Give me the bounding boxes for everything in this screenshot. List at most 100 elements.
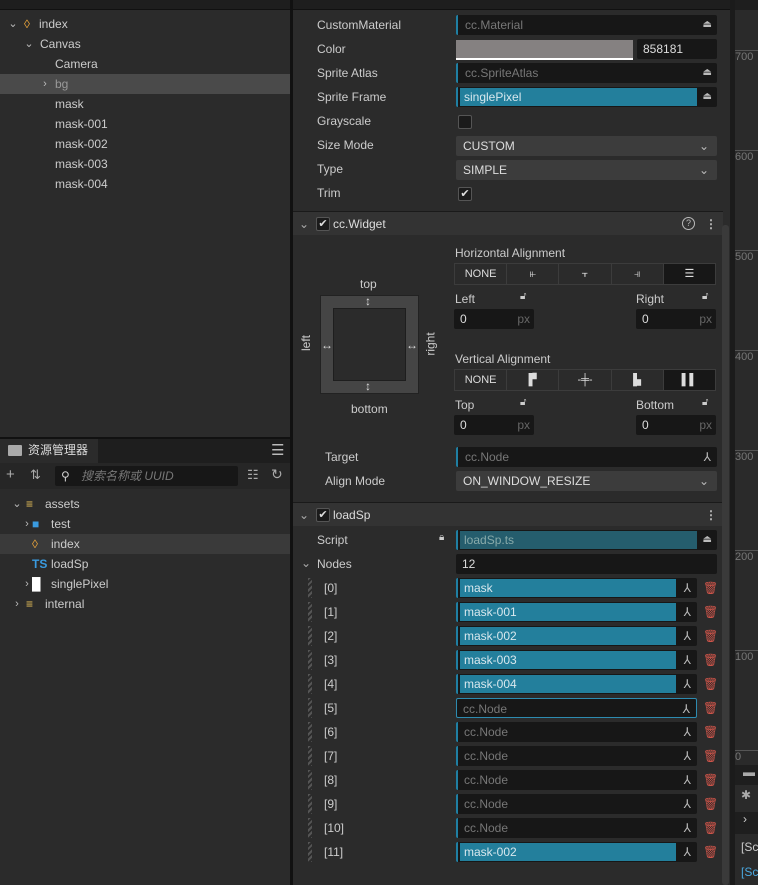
sort-icon[interactable]: ⇅ [30,467,41,483]
node-icon[interactable]: ⅄ [684,746,691,766]
arrow-horizontal-icon[interactable]: ↔ [321,338,333,352]
h-align-center-button[interactable]: ⫟ [559,264,612,284]
node-icon[interactable]: ⅄ [683,699,690,719]
chevron-right-icon[interactable]: › [735,812,758,834]
sprite-frame-field[interactable]: singlePixel ⏏ [456,87,717,107]
loadsp-enabled-checkbox[interactable]: ✔ [316,508,330,522]
custom-material-field[interactable]: cc.Material ⏏ [456,15,717,35]
script-field[interactable]: loadSp.ts ⏏ [456,530,717,550]
h-align-stretch-button[interactable]: ☰ [663,264,716,284]
asset-item[interactable]: › ≡ internal [0,594,290,614]
tree-item[interactable]: mask-001 [0,114,290,134]
align-mode-select[interactable]: ON_WINDOW_RESIZE ⌄ [456,471,717,491]
chevron-down-icon[interactable]: ⌄ [301,556,311,570]
trash-icon[interactable]: 🗑︎ [703,653,718,667]
node-icon[interactable]: ⅄ [684,818,691,838]
node-field[interactable]: cc.Node ⅄ [456,698,697,718]
color-swatch[interactable] [456,40,633,60]
node-icon[interactable]: ⅄ [684,650,691,670]
chevron-down-icon[interactable]: ⌄ [12,494,22,514]
bottom-input[interactable]: 0 px [636,415,716,435]
trash-icon[interactable]: 🗑︎ [703,773,718,787]
nodes-count-input[interactable]: 12 [456,554,717,574]
tree-item[interactable]: mask [0,94,290,114]
trash-icon[interactable]: 🗑︎ [703,749,718,763]
drag-handle[interactable] [308,698,312,718]
h-align-none-button[interactable]: NONE [455,264,508,284]
trash-icon[interactable]: 🗑︎ [703,725,718,739]
node-field[interactable]: cc.Node ⅄ [456,770,697,790]
asset-icon[interactable]: ⏏ [703,15,712,35]
widget-header[interactable]: ⌄ ✔ cc.Widget ? ⋮ [293,211,723,235]
tree-item[interactable]: mask-004 [0,174,290,194]
refresh-icon[interactable]: ↻ [271,466,283,483]
h-align-right-button[interactable]: ⫣ [611,264,664,284]
node-icon[interactable]: ⅄ [684,602,691,622]
node-icon[interactable]: ⅄ [684,794,691,814]
inspector-scrollbar[interactable] [722,225,729,885]
drag-handle[interactable] [308,722,312,742]
trash-icon[interactable]: 🗑︎ [703,797,718,811]
chevron-right-icon[interactable]: › [22,514,32,534]
asset-item[interactable]: › █ singlePixel [0,574,290,594]
color-hex-input[interactable]: 858181 [637,39,717,59]
v-align-top-button[interactable]: ▐▘ [507,370,560,390]
v-align-none-button[interactable]: NONE [455,370,508,390]
unlock-icon[interactable]: 🔓︎ [702,291,708,302]
right-input[interactable]: 0 px [636,309,716,329]
node-icon[interactable]: ⅄ [684,842,691,862]
node-field[interactable]: mask-003 ⅄ [456,650,697,670]
trash-icon[interactable]: 🗑︎ [703,845,718,859]
drag-handle[interactable] [308,794,312,814]
node-field[interactable]: mask-004 ⅄ [456,674,697,694]
widget-diagram[interactable]: ↕ ↕ ↔ ↔ [320,294,419,394]
chevron-down-icon[interactable]: ⌄ [299,212,309,236]
tab-assets[interactable]: 资源管理器 [0,439,98,463]
node-icon[interactable]: ⅄ [684,674,691,694]
node-field[interactable]: cc.Node ⅄ [456,746,697,766]
node-icon[interactable]: ⅄ [684,626,691,646]
drag-handle[interactable] [308,626,312,646]
v-align-middle-button[interactable]: -╪- [559,370,612,390]
trim-checkbox[interactable]: ✔ [458,187,472,201]
size-mode-select[interactable]: CUSTOM ⌄ [456,136,717,156]
trash-icon[interactable]: 🗑︎ [703,581,718,595]
asset-icon[interactable]: ⏏ [703,63,712,83]
chevron-down-icon[interactable]: ⌄ [24,34,34,54]
drag-handle[interactable] [308,842,312,862]
widget-enabled-checkbox[interactable]: ✔ [316,217,330,231]
drag-handle[interactable] [308,674,312,694]
left-input[interactable]: 0 px [454,309,534,329]
target-field[interactable]: cc.Node ⅄ [456,447,717,467]
loadsp-header[interactable]: ⌄ ✔ loadSp ⋮ [293,502,723,526]
help-icon[interactable]: ? [682,217,695,230]
node-icon[interactable]: ⅄ [704,447,711,467]
trash-icon[interactable]: 🗑︎ [703,629,718,643]
folder-icon[interactable]: ▬ [735,765,758,785]
chevron-right-icon[interactable]: › [22,574,32,594]
tree-item[interactable]: mask-002 [0,134,290,154]
collapse-all-icon[interactable]: ☷ [247,467,259,483]
drag-handle[interactable] [308,818,312,838]
top-input[interactable]: 0 px [454,415,534,435]
node-field[interactable]: cc.Node ⅄ [456,818,697,838]
node-icon[interactable]: ⅄ [684,770,691,790]
arrow-vertical-icon[interactable]: ↕ [365,379,371,393]
v-align-bottom-button[interactable]: ▐▖ [611,370,664,390]
chevron-down-icon[interactable]: ⌄ [299,503,309,527]
trash-icon[interactable]: 🗑︎ [703,677,718,691]
tree-item[interactable]: Camera [0,54,290,74]
drag-handle[interactable] [308,746,312,766]
trash-icon[interactable]: 🗑︎ [703,821,718,835]
node-field[interactable]: cc.Node ⅄ [456,794,697,814]
v-align-stretch-button[interactable]: ▌▌ [663,370,716,390]
node-icon[interactable]: ⅄ [684,722,691,742]
asset-item[interactable]: › ■ test [0,514,290,534]
tree-item[interactable]: mask-003 [0,154,290,174]
chevron-right-icon[interactable]: › [40,74,50,94]
asset-icon[interactable]: ⏏ [703,530,712,550]
bug-icon[interactable]: ✱ [735,788,758,810]
sprite-atlas-field[interactable]: cc.SpriteAtlas ⏏ [456,63,717,83]
drag-handle[interactable] [308,602,312,622]
asset-item[interactable]: ◊ index [0,534,290,554]
